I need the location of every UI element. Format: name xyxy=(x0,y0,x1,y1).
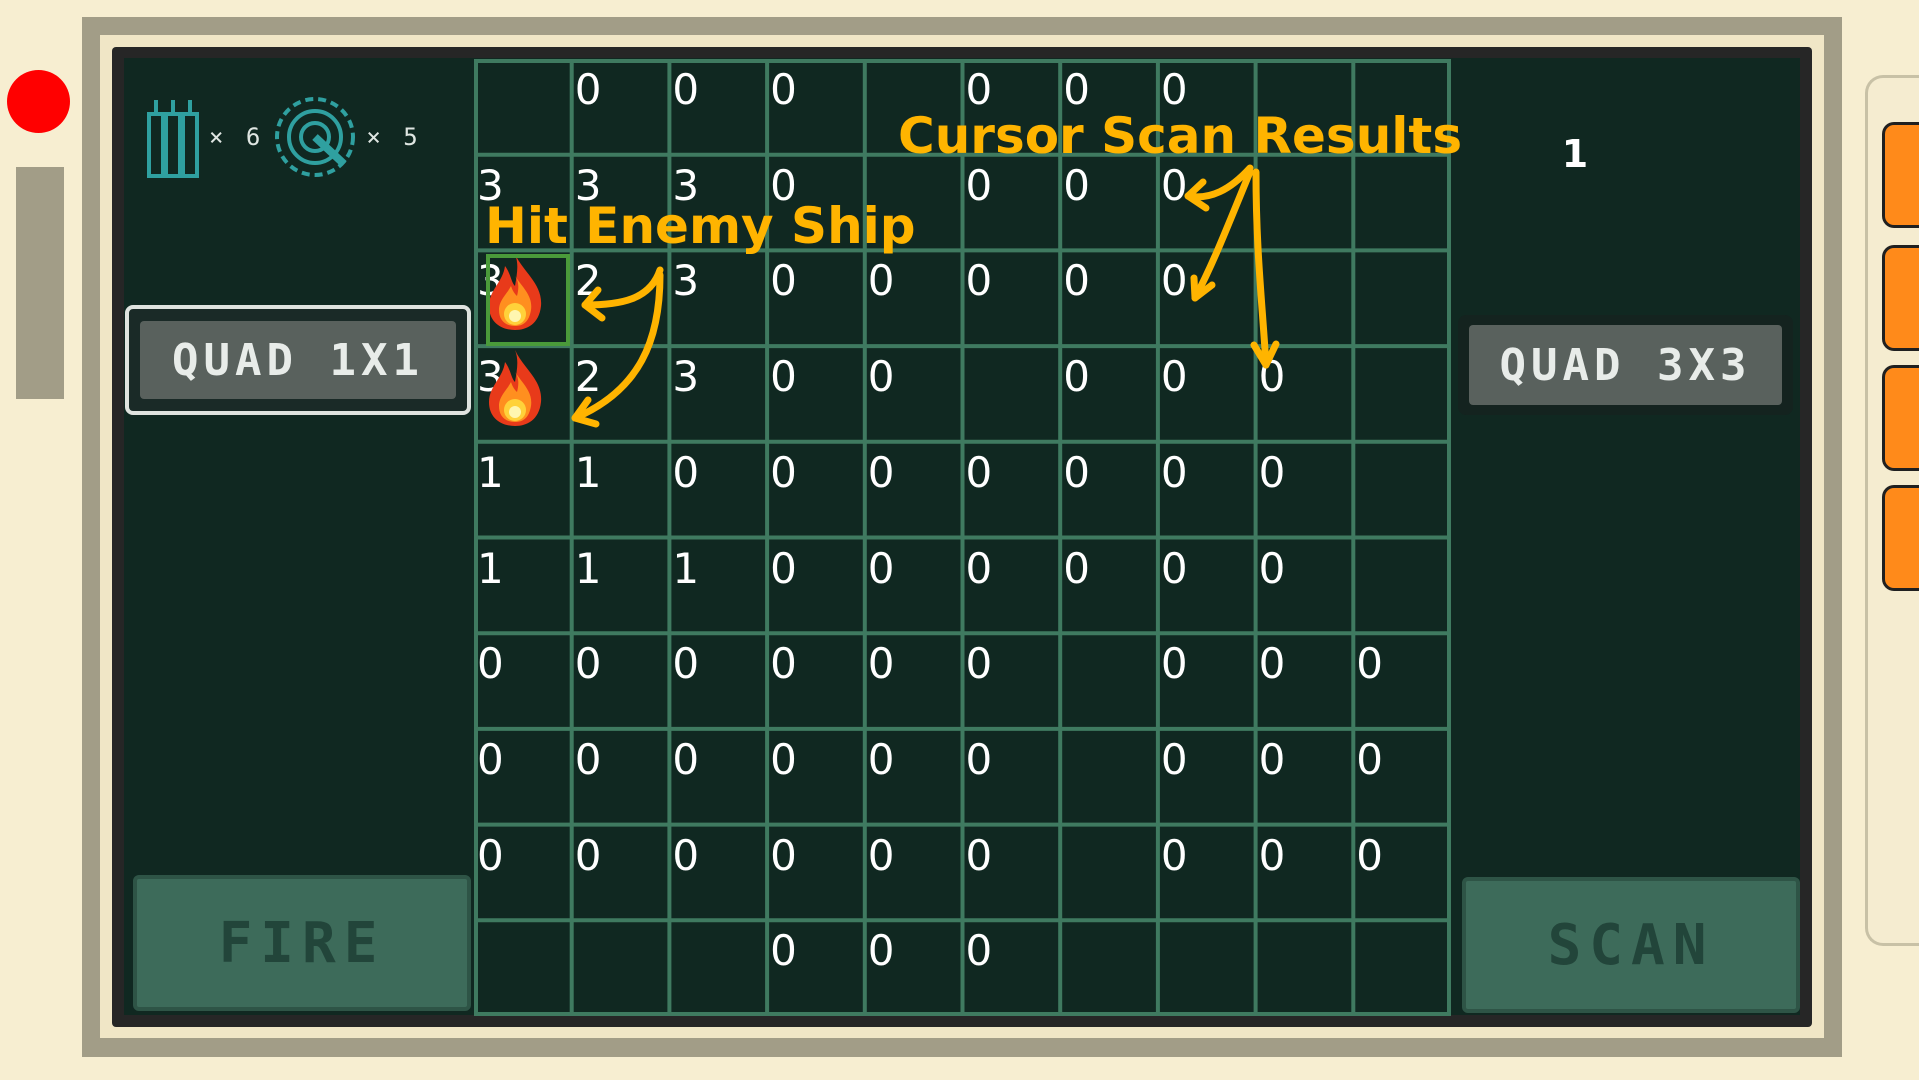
scan-counter: 1 xyxy=(1561,132,1589,176)
board-cell[interactable]: 0 xyxy=(1161,547,1188,590)
selected-cell-cursor xyxy=(486,254,570,346)
quad-1x1-label-box: QUAD 1X1 xyxy=(140,321,456,399)
board-cell[interactable]: 0 xyxy=(1161,834,1188,877)
board-cell[interactable]: 0 xyxy=(770,69,797,111)
board-cell[interactable]: 0 xyxy=(1259,451,1286,494)
board-cell[interactable]: 0 xyxy=(672,451,699,494)
record-indicator xyxy=(7,70,70,133)
radar-icon xyxy=(275,97,356,177)
board-cell[interactable]: 0 xyxy=(672,834,699,877)
hit-annotation: Hit Enemy Ship xyxy=(485,197,916,255)
board-cell[interactable]: 0 xyxy=(575,69,602,111)
board-cell[interactable]: 0 xyxy=(1161,69,1188,111)
board-cell[interactable]: 0 xyxy=(868,643,895,685)
board-cell[interactable]: 1 xyxy=(477,451,504,494)
board-cell[interactable]: 0 xyxy=(1161,260,1188,302)
board-cell[interactable]: 0 xyxy=(1161,356,1188,398)
side-tab-4[interactable] xyxy=(1882,485,1919,591)
board-cell[interactable]: 0 xyxy=(1161,164,1188,207)
missiles-count: × 6 xyxy=(209,123,265,151)
board-cell[interactable]: 0 xyxy=(672,69,699,111)
board-cell[interactable]: 0 xyxy=(1063,356,1090,398)
board-cell[interactable]: 0 xyxy=(770,643,797,685)
board-cell[interactable]: 0 xyxy=(770,930,797,972)
board-cell[interactable]: 0 xyxy=(868,451,895,494)
board-cell[interactable]: 2 xyxy=(575,356,602,398)
board-cell[interactable]: 0 xyxy=(868,547,895,590)
board-cell[interactable]: 0 xyxy=(868,738,895,781)
board-cell[interactable]: 0 xyxy=(966,260,993,302)
board-cell[interactable]: 0 xyxy=(966,643,993,685)
board-cell[interactable]: 0 xyxy=(966,547,993,590)
scan-button[interactable]: SCAN xyxy=(1462,877,1800,1013)
board-cell[interactable]: 0 xyxy=(1259,547,1286,590)
quad-3x3-label: QUAD 3X3 xyxy=(1499,339,1752,391)
board-cell[interactable]: 0 xyxy=(770,260,797,302)
board-cell[interactable]: 0 xyxy=(575,834,602,877)
board-cell[interactable]: 0 xyxy=(770,738,797,781)
board-cell[interactable]: 0 xyxy=(770,451,797,494)
board-cell[interactable]: 0 xyxy=(770,834,797,877)
board-cell[interactable]: 0 xyxy=(1161,643,1188,685)
board-cell[interactable]: 2 xyxy=(575,260,602,302)
board-cell[interactable]: 0 xyxy=(770,547,797,590)
fire-button[interactable]: FIRE xyxy=(133,875,471,1011)
board-cell[interactable]: 0 xyxy=(1063,260,1090,302)
board-cell[interactable]: 0 xyxy=(477,738,504,781)
board-cell[interactable]: 0 xyxy=(1063,451,1090,494)
board-cell[interactable]: 1 xyxy=(575,547,602,590)
board-cell[interactable]: 1 xyxy=(575,451,602,494)
board-cell[interactable]: 1 xyxy=(477,547,504,590)
board-cell[interactable]: 0 xyxy=(1259,356,1286,398)
board-cell[interactable]: 0 xyxy=(672,643,699,685)
board-cell[interactable]: 0 xyxy=(672,738,699,781)
board-cell[interactable]: 0 xyxy=(966,930,993,972)
board-cell[interactable]: 0 xyxy=(868,930,895,972)
board-cell[interactable]: 0 xyxy=(1063,164,1090,207)
board-cell[interactable]: 0 xyxy=(966,164,993,207)
board-cell[interactable]: 0 xyxy=(575,643,602,685)
board-cell[interactable]: 0 xyxy=(1356,834,1383,877)
missiles-icon xyxy=(147,100,199,178)
scan-annotation: Cursor Scan Results xyxy=(898,107,1463,165)
board-cell[interactable]: 0 xyxy=(1161,451,1188,494)
board-cell[interactable]: 0 xyxy=(868,356,895,398)
board-cell[interactable]: 0 xyxy=(1356,738,1383,781)
inventory-bar: × 6 × 5 xyxy=(145,92,422,182)
board-cell[interactable]: 0 xyxy=(868,834,895,877)
radar-count: × 5 xyxy=(366,123,422,151)
board-cell[interactable]: 3 xyxy=(672,260,699,302)
board-cell[interactable]: 0 xyxy=(966,834,993,877)
board-cell[interactable]: 0 xyxy=(477,643,504,685)
board-cell[interactable]: 0 xyxy=(1259,738,1286,781)
board-cell[interactable]: 0 xyxy=(477,834,504,877)
board-cell[interactable]: 0 xyxy=(966,451,993,494)
board-cell[interactable]: 0 xyxy=(1161,738,1188,781)
quad-1x1-label: QUAD 1X1 xyxy=(172,334,424,386)
side-tab-3[interactable] xyxy=(1882,365,1919,471)
quad-1x1-button[interactable]: QUAD 1X1 xyxy=(125,305,471,415)
board-cell[interactable]: 0 xyxy=(575,738,602,781)
board-cell[interactable]: 1 xyxy=(672,547,699,590)
side-tab-2[interactable] xyxy=(1882,245,1919,351)
board-cell[interactable]: 3 xyxy=(672,356,699,398)
board-cell[interactable]: 0 xyxy=(966,69,993,111)
quad-3x3-button[interactable]: QUAD 3X3 xyxy=(1458,315,1793,415)
board-cell[interactable]: 0 xyxy=(1259,834,1286,877)
fire-icon xyxy=(489,350,542,427)
board-cell[interactable]: 0 xyxy=(966,738,993,781)
side-tab-1[interactable] xyxy=(1882,122,1919,228)
left-handle xyxy=(16,167,64,399)
board-cell[interactable]: 0 xyxy=(1063,547,1090,590)
board-cell[interactable]: 0 xyxy=(1259,643,1286,685)
board-cell[interactable]: 0 xyxy=(1063,69,1090,111)
quad-3x3-label-box: QUAD 3X3 xyxy=(1469,325,1782,405)
board-cell[interactable]: 0 xyxy=(770,356,797,398)
board-cell[interactable]: 0 xyxy=(1356,643,1383,685)
board-cell[interactable]: 0 xyxy=(868,260,895,302)
